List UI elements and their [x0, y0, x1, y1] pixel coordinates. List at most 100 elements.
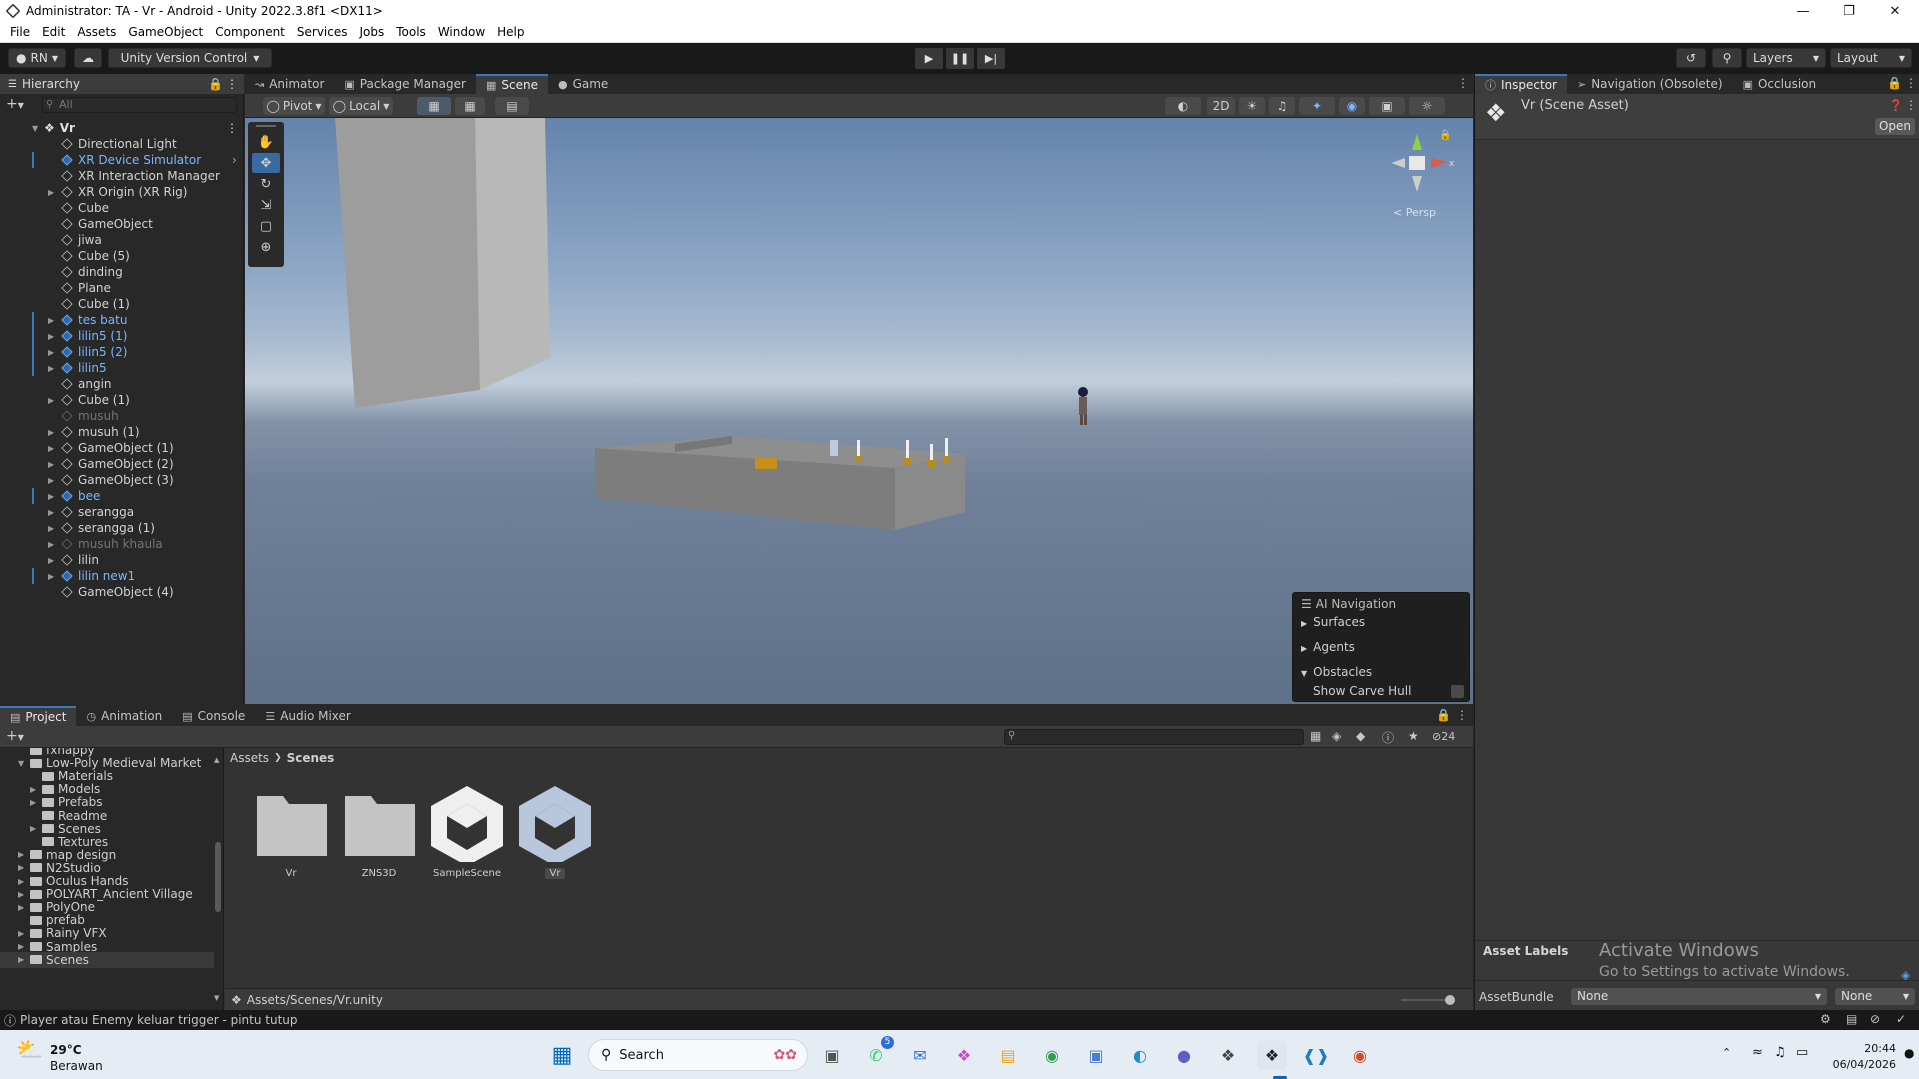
tab-package-manager[interactable]: ▣ Package Manager: [334, 74, 476, 94]
2d-toggle[interactable]: 2D: [1207, 97, 1235, 115]
chevron-right-icon[interactable]: ▶: [30, 824, 40, 833]
hierarchy-item[interactable]: ▶ lilin5 (1): [0, 328, 244, 344]
menu-jobs[interactable]: Jobs: [354, 25, 391, 39]
shading-mode-button[interactable]: ◐: [1165, 97, 1201, 115]
tree-scrollbar[interactable]: ▲ ▼: [214, 756, 222, 1002]
minimize-icon[interactable]: —: [1780, 0, 1826, 22]
tree-scrollbar-thumb[interactable]: [215, 842, 221, 912]
move-tool[interactable]: ✥: [252, 153, 280, 173]
hierarchy-item[interactable]: dinding: [0, 264, 244, 280]
chevron-up-icon[interactable]: ⌃: [1722, 1046, 1731, 1059]
file-explorer-app[interactable]: ▤: [993, 1040, 1023, 1070]
chevron-right-icon[interactable]: ▶: [48, 508, 60, 517]
camera-button[interactable]: ▣: [1369, 97, 1405, 115]
chevron-right-icon[interactable]: ▶: [18, 942, 28, 951]
tab-console[interactable]: ▤ Console: [172, 706, 255, 726]
weather-temp[interactable]: 29°C: [50, 1043, 82, 1057]
effects-toggle[interactable]: ✦: [1299, 97, 1335, 115]
weather-icon[interactable]: ⛅: [16, 1038, 43, 1063]
hierarchy-item[interactable]: ▶ lilin5 (2): [0, 344, 244, 360]
hierarchy-search-input[interactable]: ⚲ All: [42, 97, 237, 113]
local-toggle[interactable]: ◯ Local ▼: [329, 97, 393, 115]
chevron-right-icon[interactable]: ▶: [48, 476, 60, 485]
project-search-input[interactable]: ⚲: [1004, 729, 1304, 745]
rotate-tool[interactable]: ↻: [252, 174, 280, 194]
menu-file[interactable]: File: [4, 25, 36, 39]
lighting-toggle[interactable]: ☀: [1239, 97, 1265, 115]
hierarchy-item[interactable]: ▶ serangga: [0, 504, 244, 520]
unity-hub-app[interactable]: ❖: [1213, 1040, 1243, 1070]
hand-tool[interactable]: ✋: [252, 132, 280, 152]
hierarchy-item[interactable]: ▶ GameObject (2): [0, 456, 244, 472]
assetbundle-dropdown[interactable]: None ▼: [1571, 988, 1827, 1005]
breadcrumb-scenes[interactable]: Scenes: [287, 751, 335, 765]
taskbar-search[interactable]: ⚲ Search ✿✿: [588, 1039, 808, 1071]
kebab-menu-icon[interactable]: ⋮: [226, 77, 238, 91]
hierarchy-item[interactable]: ▶ musuh khaula: [0, 536, 244, 552]
ruler-button[interactable]: ▤: [495, 97, 529, 115]
icon-size-slider-thumb[interactable]: [1445, 995, 1455, 1005]
hierarchy-item[interactable]: ▶ GameObject (1): [0, 440, 244, 456]
chevron-right-icon[interactable]: ▶: [48, 524, 60, 533]
hierarchy-item[interactable]: jiwa: [0, 232, 244, 248]
menu-help[interactable]: Help: [491, 25, 530, 39]
step-button[interactable]: ▶|: [977, 48, 1005, 69]
tab-animation[interactable]: ◷ Animation: [76, 706, 172, 726]
asset-scene-vr[interactable]: Vr: [511, 782, 599, 879]
projection-toggle[interactable]: < Persp: [1393, 206, 1436, 219]
filter-icon[interactable]: ◈: [1332, 729, 1341, 743]
chevron-right-icon[interactable]: ▶: [18, 929, 28, 938]
chevron-right-icon[interactable]: ▶: [48, 348, 60, 357]
layers-dropdown[interactable]: Layers ▼: [1746, 48, 1826, 68]
scene-root-row[interactable]: ▼ ❖ Vr ⋮: [0, 120, 244, 136]
maximize-icon[interactable]: ❐: [1826, 0, 1872, 22]
play-button[interactable]: ▶: [915, 48, 943, 69]
network-icon[interactable]: ⊘: [1870, 1012, 1880, 1026]
audio-toggle[interactable]: ♫: [1269, 97, 1295, 115]
project-tree-item[interactable]: ▶ Scenes: [0, 951, 214, 968]
unity-editor-app[interactable]: ❖: [1257, 1040, 1287, 1070]
hierarchy-item[interactable]: GameObject (4): [0, 584, 244, 600]
kebab-menu-icon[interactable]: ⋮: [1457, 76, 1469, 90]
menu-edit[interactable]: Edit: [36, 25, 71, 39]
tab-animator[interactable]: ↝ Animator: [245, 74, 334, 94]
lock-icon[interactable]: 🔒: [208, 77, 223, 91]
label-icon[interactable]: ◆: [1356, 729, 1365, 743]
chevron-right-icon[interactable]: ▶: [48, 460, 60, 469]
obstacles-section[interactable]: ▼ Obstacles: [1301, 665, 1372, 679]
help-icon[interactable]: ❓: [1889, 99, 1903, 112]
kebab-menu-icon[interactable]: ⋮: [1905, 98, 1917, 112]
history-button[interactable]: ↺: [1676, 48, 1706, 68]
layout-dropdown[interactable]: Layout ▼: [1830, 48, 1912, 68]
scroll-up-icon[interactable]: ▲: [214, 756, 219, 764]
pause-button[interactable]: ❚❚: [946, 48, 974, 69]
whatsapp-app[interactable]: ✆ 5: [861, 1036, 894, 1070]
chevron-right-icon[interactable]: ▶: [48, 316, 60, 325]
tab-occlusion[interactable]: ▣ Occlusion: [1733, 74, 1827, 94]
tab-inspector[interactable]: ⓘ Inspector: [1475, 74, 1567, 94]
clock-time[interactable]: 20:44: [1840, 1042, 1896, 1055]
chevron-right-icon[interactable]: ▶: [48, 188, 60, 197]
hierarchy-item[interactable]: ▶ lilin: [0, 552, 244, 568]
account-dropdown[interactable]: ● RN ▼: [8, 48, 66, 68]
breadcrumb-assets[interactable]: Assets: [230, 751, 269, 765]
clock-date[interactable]: 06/04/2026: [1830, 1058, 1896, 1071]
tab-hierarchy[interactable]: ☰ Hierarchy 🔒 ⋮: [0, 74, 244, 94]
hierarchy-item[interactable]: ▶ XR Origin (XR Rig): [0, 184, 244, 200]
close-icon[interactable]: ✕: [1872, 0, 1918, 22]
chevron-right-icon[interactable]: ▶: [30, 798, 40, 807]
hierarchy-item[interactable]: ▶ Cube (1): [0, 392, 244, 408]
menu-window[interactable]: Window: [432, 25, 491, 39]
gizmo-lock-icon[interactable]: 🔒: [1439, 130, 1451, 141]
hierarchy-item[interactable]: Cube: [0, 200, 244, 216]
volume-icon[interactable]: ♫: [1774, 1045, 1786, 1060]
chevron-right-icon[interactable]: ▶: [30, 785, 40, 794]
chevron-right-icon[interactable]: ▶: [48, 364, 60, 373]
transform-tool[interactable]: ⊕: [252, 237, 280, 257]
scale-tool[interactable]: ⇲: [252, 195, 280, 215]
chevron-right-icon[interactable]: ▶: [18, 890, 28, 899]
chevron-down-icon[interactable]: ▼: [32, 124, 44, 133]
scene-viewport[interactable]: y x < Persp 🔒: [245, 118, 1473, 704]
search-by-type-icon[interactable]: ▦: [1310, 729, 1321, 743]
hierarchy-item[interactable]: ▶ serangga (1): [0, 520, 244, 536]
